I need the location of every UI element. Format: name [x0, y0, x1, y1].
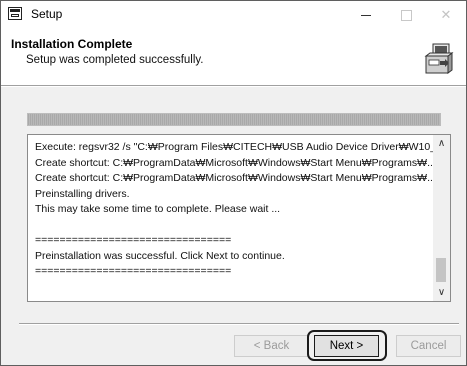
title-bar: Setup ✕	[1, 1, 466, 29]
install-log-list[interactable]: Execute: regsvr32 /s "C:₩Program Files₩C…	[27, 134, 451, 302]
progress-fill	[28, 114, 440, 125]
log-line: Create shortcut: C:₩ProgramData₩Microsof…	[35, 156, 433, 169]
close-icon: ✕	[440, 7, 452, 22]
minimize-button[interactable]	[346, 1, 386, 29]
close-button[interactable]: ✕	[426, 1, 466, 29]
log-scrollbar[interactable]: ∧ ∨	[433, 135, 450, 301]
log-lines: Execute: regsvr32 /s "C:₩Program Files₩C…	[35, 140, 433, 280]
scroll-down-icon[interactable]: ∨	[433, 284, 450, 301]
page-subtitle: Setup was completed successfully.	[26, 54, 204, 66]
log-line: This may take some time to complete. Ple…	[35, 203, 281, 215]
maximize-icon	[401, 10, 412, 21]
setup-app-icon	[8, 7, 22, 20]
wizard-header: Installation Complete Setup was complete…	[1, 29, 466, 85]
log-line: Create shortcut: C:₩ProgramData₩Microsof…	[35, 172, 433, 184]
cancel-button[interactable]: Cancel	[396, 335, 461, 357]
log-line: Execute: regsvr32 /s "C:₩Program Files₩C…	[35, 141, 433, 153]
log-line: Preinstalling drivers.	[35, 187, 130, 200]
next-button[interactable]: Next >	[314, 335, 379, 357]
minimize-icon	[361, 15, 371, 16]
setup-window: Setup ✕ Installation Complete Setup was …	[0, 0, 467, 366]
log-line: ================================	[35, 265, 232, 277]
install-progress-bar	[27, 113, 441, 126]
log-line: ================================	[35, 234, 232, 246]
maximize-button[interactable]	[386, 1, 426, 29]
header-divider-highlight	[1, 86, 466, 87]
footer-divider-highlight	[19, 324, 459, 325]
scroll-up-icon[interactable]: ∧	[433, 135, 450, 152]
page-title: Installation Complete	[11, 37, 133, 51]
scroll-thumb[interactable]	[436, 258, 446, 282]
log-line: Preinstallation was successful. Click Ne…	[35, 249, 285, 262]
back-button[interactable]: < Back	[234, 335, 309, 357]
window-title: Setup	[31, 7, 63, 21]
installer-box-icon	[424, 43, 454, 74]
